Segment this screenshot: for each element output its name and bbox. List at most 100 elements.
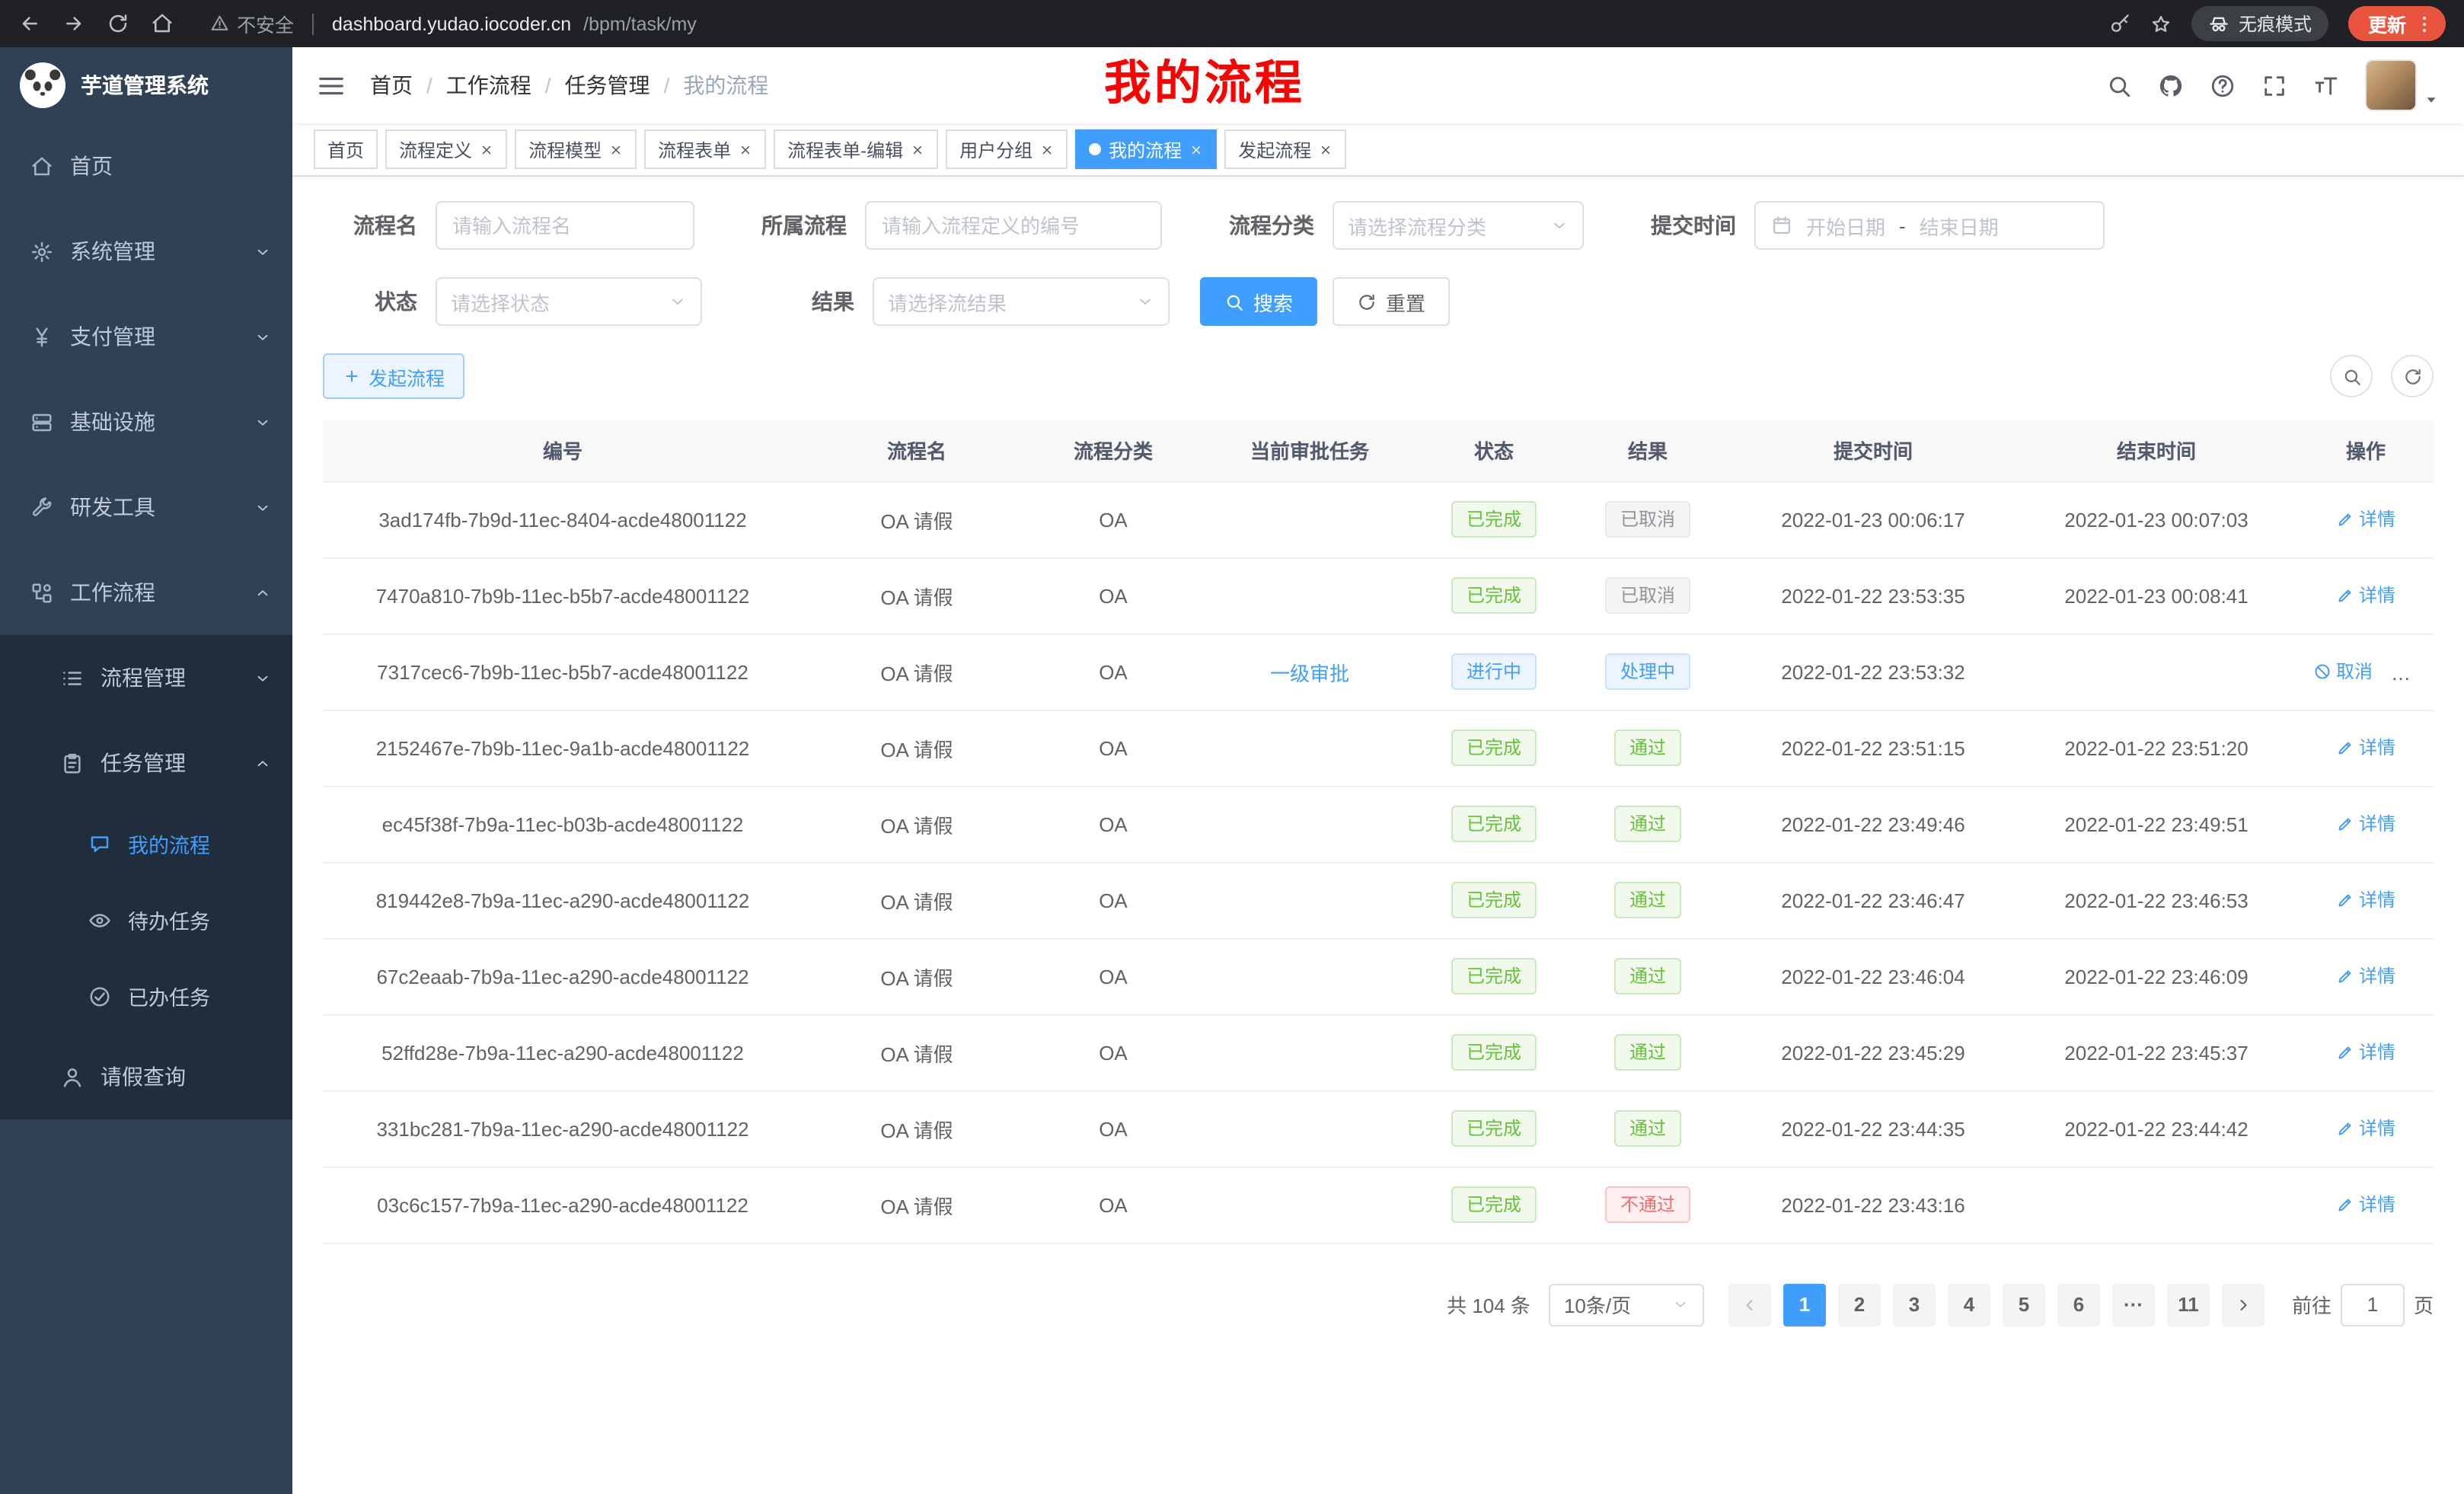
sidebar-item-my-process[interactable]: 我的流程 <box>0 806 292 882</box>
font-size-icon[interactable] <box>2313 72 2339 98</box>
sidebar-item-leave-query[interactable]: 请假查询 <box>0 1034 292 1119</box>
detail-link[interactable]: 详情 <box>2336 811 2395 837</box>
tab-process-definition[interactable]: 流程定义 <box>385 129 507 169</box>
app-logo[interactable]: 芋道管理系统 <box>0 47 292 123</box>
browser-update-button[interactable]: 更新 <box>2348 6 2446 41</box>
search-icon[interactable] <box>2106 72 2132 98</box>
browser-reload-icon[interactable] <box>107 12 129 35</box>
detail-link[interactable]: 详情 <box>2336 735 2395 761</box>
sidebar-item-devtools[interactable]: 研发工具 <box>0 464 292 550</box>
category-select[interactable]: 请选择流程分类 <box>1333 201 1584 250</box>
chevron-up-icon <box>254 755 271 771</box>
tab-process-form-edit[interactable]: 流程表单-编辑 <box>774 129 938 169</box>
page-button-5[interactable]: 5 <box>2003 1283 2045 1326</box>
sidebar-item-payment[interactable]: 支付管理 <box>0 294 292 379</box>
row-category: OA <box>1031 634 1195 710</box>
close-icon[interactable] <box>911 142 924 156</box>
detail-link[interactable]: 详情 <box>2336 583 2395 608</box>
sidebar-item-process-mgmt[interactable]: 流程管理 <box>0 635 292 720</box>
pencil-icon <box>2336 967 2354 985</box>
detail-link[interactable]: 详情 <box>2336 1116 2395 1141</box>
gear-icon <box>30 240 53 263</box>
sidebar-item-todo-task[interactable]: 待办任务 <box>0 882 292 958</box>
hamburger-icon[interactable] <box>317 71 346 100</box>
sidebar-item-home[interactable]: 首页 <box>0 123 292 209</box>
detail-link[interactable]: 详情 <box>2336 887 2395 913</box>
current-task-link[interactable]: 一级审批 <box>1270 662 1349 685</box>
security-chip[interactable]: 不安全 <box>210 9 294 38</box>
help-icon[interactable] <box>2210 72 2236 98</box>
prev-page-button[interactable] <box>1728 1283 1771 1326</box>
page-size-select[interactable]: 10条/页 <box>1549 1283 1704 1326</box>
fullscreen-icon[interactable] <box>2261 72 2287 98</box>
close-icon[interactable] <box>739 142 752 156</box>
breadcrumb-item[interactable]: 任务管理 <box>565 70 650 101</box>
page-button-1[interactable]: 1 <box>1783 1283 1826 1326</box>
sidebar-item-done-task[interactable]: 已办任务 <box>0 958 292 1034</box>
breadcrumb-item[interactable]: 首页 <box>370 70 413 101</box>
tab-process-model[interactable]: 流程模型 <box>515 129 637 169</box>
sidebar-item-task-mgmt[interactable]: 任务管理 <box>0 720 292 806</box>
reset-button[interactable]: 重置 <box>1333 277 1450 326</box>
row-submit-time: 2022-01-22 23:44:35 <box>1732 1090 2015 1167</box>
row-end-time: 2022-01-22 23:49:51 <box>2015 786 2298 862</box>
next-page-button[interactable] <box>2222 1283 2265 1326</box>
more-pages-button[interactable]: ··· <box>2112 1283 2155 1326</box>
page-button-2[interactable]: 2 <box>1838 1283 1881 1326</box>
pagination: 共 104 条 10条/页 123456···11 前往 页 <box>323 1283 2434 1326</box>
close-icon[interactable] <box>1189 142 1203 156</box>
detail-link[interactable]: 详情 <box>2336 1192 2395 1218</box>
tab-process-form[interactable]: 流程表单 <box>644 129 766 169</box>
tab-my-process[interactable]: 我的流程 <box>1075 129 1217 169</box>
refresh-table-icon[interactable] <box>2391 355 2434 397</box>
detail-link[interactable]: 详情 <box>2336 1039 2395 1065</box>
row-actions: 取消 详情 <box>2298 634 2434 710</box>
tab-start-process[interactable]: 发起流程 <box>1224 129 1346 169</box>
tab-user-group[interactable]: 用户分组 <box>946 129 1068 169</box>
process-definition-input[interactable] <box>865 201 1162 250</box>
avatar[interactable] <box>2365 59 2417 111</box>
result-select[interactable]: 请选择流结果 <box>873 277 1170 326</box>
sidebar-item-workflow[interactable]: 工作流程 <box>0 550 292 635</box>
process-name-input[interactable] <box>436 201 694 250</box>
row-submit-time: 2022-01-22 23:45:29 <box>1732 1014 2015 1090</box>
cancel-link[interactable]: 取消 <box>2313 659 2373 685</box>
page-button-11[interactable]: 11 <box>2167 1283 2210 1326</box>
submit-time-range-picker[interactable]: 开始日期 - 结束日期 <box>1754 201 2105 250</box>
close-icon[interactable] <box>1319 142 1333 156</box>
page-button-6[interactable]: 6 <box>2057 1283 2100 1326</box>
tab-home[interactable]: 首页 <box>314 129 378 169</box>
update-label: 更新 <box>2368 9 2406 38</box>
close-icon[interactable] <box>609 142 623 156</box>
list-icon <box>61 666 84 689</box>
create-process-button[interactable]: 发起流程 <box>323 353 464 399</box>
column-header: 状态 <box>1424 420 1564 481</box>
user-menu[interactable] <box>2365 59 2440 111</box>
status-select[interactable]: 请选择状态 <box>436 277 702 326</box>
github-icon[interactable] <box>2158 72 2184 98</box>
page-button-4[interactable]: 4 <box>1948 1283 1990 1326</box>
breadcrumb-item[interactable]: 工作流程 <box>446 70 531 101</box>
close-icon[interactable] <box>480 142 493 156</box>
address-bar[interactable]: 不安全 dashboard.yudao.iocoder.cn/bpm/task/… <box>195 5 2088 42</box>
detail-link[interactable]: 详情 <box>2336 506 2395 532</box>
goto-page-input[interactable] <box>2341 1283 2405 1326</box>
detail-link[interactable]: 详情 <box>2336 963 2395 989</box>
search-button[interactable]: 搜索 <box>1200 277 1317 326</box>
category-label: 流程分类 <box>1192 210 1314 241</box>
browser-back-icon[interactable] <box>18 12 41 35</box>
browser-forward-icon[interactable] <box>62 12 85 35</box>
close-icon[interactable] <box>1040 142 1054 156</box>
sidebar-item-system[interactable]: 系统管理 <box>0 209 292 294</box>
sidebar-item-infra[interactable]: 基础设施 <box>0 379 292 464</box>
browser-home-icon[interactable] <box>151 12 174 35</box>
chevron-down-icon <box>254 499 271 516</box>
result-badge: 通过 <box>1614 806 1681 842</box>
row-submit-time: 2022-01-22 23:53:32 <box>1732 634 2015 710</box>
page-button-3[interactable]: 3 <box>1893 1283 1936 1326</box>
toggle-search-icon[interactable] <box>2330 355 2373 397</box>
key-icon[interactable] <box>2109 13 2130 34</box>
row-end-time: 2022-01-23 00:08:41 <box>2015 557 2298 634</box>
more-menu-icon[interactable] <box>2414 13 2435 34</box>
bookmark-star-icon[interactable] <box>2150 13 2172 34</box>
